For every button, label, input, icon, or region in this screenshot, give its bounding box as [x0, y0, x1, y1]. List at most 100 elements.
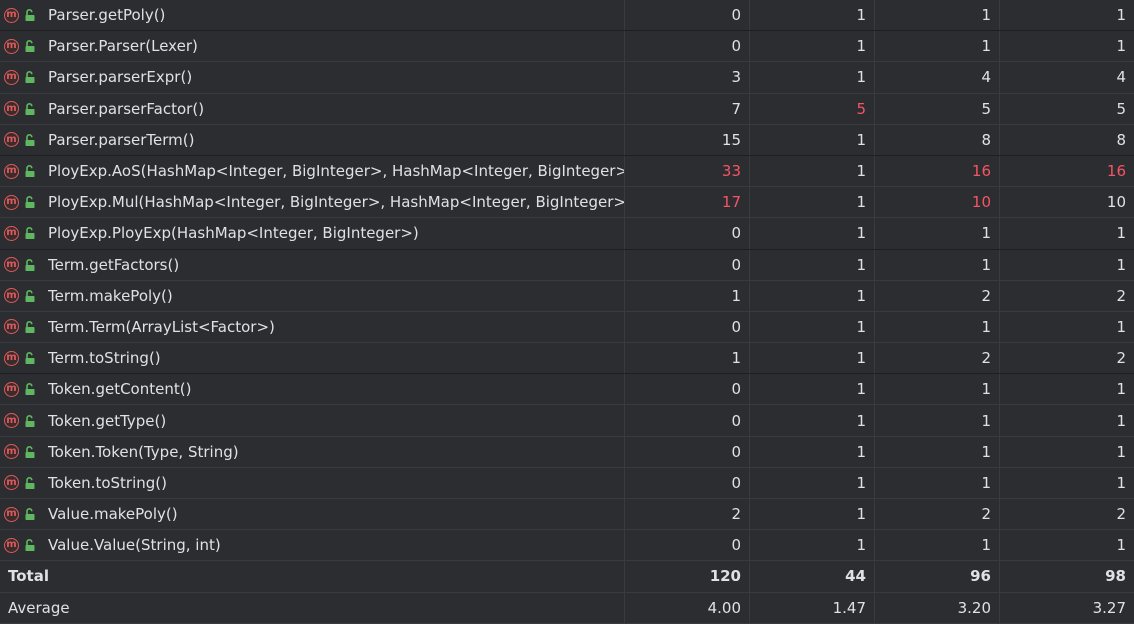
method-name: Token.Token(Type, String)	[48, 442, 239, 461]
public-lock-icon	[25, 133, 35, 146]
metric-value-2: 1	[750, 436, 875, 467]
method-name-cell: m PloyExp.AoS(HashMap<Integer, BigInteger…	[0, 155, 625, 187]
metric-value-3: 1	[875, 374, 1000, 405]
method-name: Value.makePoly()	[48, 505, 178, 524]
metric-value-4: 2	[1116, 286, 1126, 305]
metric-value-3: 2	[875, 499, 1000, 530]
metric-value-1: 0	[625, 31, 750, 62]
method-name: Token.getContent()	[48, 380, 192, 399]
table-row[interactable]: m Parser.getPoly() 0 1 1 1	[0, 0, 1134, 32]
method-m-icon: m	[4, 101, 19, 117]
table-row[interactable]: m Term.Term(ArrayList<Factor>) 0 1 1 1	[0, 311, 1134, 344]
table-row[interactable]: m Parser.Parser(Lexer) 0 1 1 1	[0, 31, 1134, 63]
metric-value-3: 1	[875, 0, 1000, 31]
public-lock-icon	[25, 352, 35, 365]
table-row[interactable]: m Parser.parserExpr() 3 1 4 4	[0, 62, 1134, 94]
table-row[interactable]: m Token.toString() 0 1 1 1	[0, 467, 1134, 499]
metric-value-2: 1	[750, 62, 875, 93]
method-name-cell: m Token.getContent()	[0, 374, 625, 405]
metric-value-3: 5	[875, 93, 1000, 124]
method-name-cell: m Value.Value(String, int)	[0, 530, 625, 561]
metric-value-2: 1	[750, 280, 875, 311]
metric-value-1: 2	[625, 499, 750, 530]
metric-value-3: 1	[875, 436, 1000, 467]
public-lock-icon	[25, 539, 35, 552]
method-name: Value.Value(String, int)	[48, 536, 221, 555]
metric-value-2: 1	[750, 405, 875, 436]
public-lock-icon	[25, 476, 35, 489]
method-m-icon: m	[4, 38, 19, 54]
method-m-icon: m	[4, 69, 19, 85]
metric-value-1: 0	[625, 311, 750, 343]
metric-value-4: 1	[1116, 224, 1126, 243]
metric-value-2: 1	[750, 467, 875, 498]
method-m-icon: m	[4, 257, 19, 273]
method-m-icon: m	[4, 413, 19, 429]
metric-value-4: 1	[1116, 442, 1126, 461]
metric-value-1: 0	[625, 374, 750, 405]
metric-value-2: 1	[750, 0, 875, 31]
metric-value-4: 4	[1116, 68, 1126, 87]
table-row[interactable]: m Value.Value(String, int) 0 1 1 1	[0, 530, 1134, 562]
metric-value-4: 1	[1116, 255, 1126, 274]
method-m-icon: m	[4, 537, 19, 553]
method-name: PloyExp.Mul(HashMap<Integer, BigInteger>…	[48, 193, 624, 212]
metric-value-2: 1	[750, 530, 875, 561]
method-name-cell: m Parser.Parser(Lexer)	[0, 31, 625, 62]
metric-value-3: 1	[875, 530, 1000, 561]
metric-value-3: 1	[875, 31, 1000, 62]
table-row[interactable]: m PloyExp.AoS(HashMap<Integer, BigInteger…	[0, 155, 1134, 188]
method-name-cell: m Parser.parserTerm()	[0, 124, 625, 155]
table-row[interactable]: m Value.makePoly() 2 1 2 2	[0, 499, 1134, 531]
metric-value-1: 15	[625, 124, 750, 155]
method-name-cell: m Term.Term(ArrayList<Factor>)	[0, 311, 625, 343]
total-row: Total 120 44 96 98	[0, 561, 1134, 593]
method-name: Term.Term(ArrayList<Factor>)	[48, 317, 275, 336]
metric-value-2: 1	[750, 124, 875, 155]
total-value-2: 44	[750, 561, 875, 592]
metrics-table: m Parser.getPoly() 0 1 1 1 m Parser.Parser(Lexe…	[0, 0, 1134, 624]
method-rows: m Parser.getPoly() 0 1 1 1 m Parser.Parser(Lexe…	[0, 0, 1134, 562]
method-name-cell: m Term.makePoly()	[0, 280, 625, 311]
table-row[interactable]: m Parser.parserTerm() 15 1 8 8	[0, 124, 1134, 156]
public-lock-icon	[25, 40, 35, 53]
table-row[interactable]: m PloyExp.PloyExp(HashMap<Integer, BigInt…	[0, 218, 1134, 250]
method-m-icon: m	[4, 288, 19, 304]
public-lock-icon	[25, 414, 35, 427]
table-row[interactable]: m Token.getType() 0 1 1 1	[0, 405, 1134, 437]
method-name-cell: m Parser.getPoly()	[0, 0, 625, 31]
method-m-icon: m	[4, 381, 19, 397]
metric-value-1: 7	[625, 93, 750, 124]
method-name: Term.makePoly()	[48, 286, 173, 305]
method-name: Term.getFactors()	[48, 255, 180, 274]
method-m-icon: m	[4, 194, 19, 210]
table-row[interactable]: m Parser.parserFactor() 7 5 5 5	[0, 93, 1134, 125]
metric-value-4: 1	[1116, 536, 1126, 555]
metric-value-4: 1	[1116, 411, 1126, 430]
method-name: Parser.Parser(Lexer)	[48, 37, 198, 56]
table-row[interactable]: m Term.makePoly() 1 1 2 2	[0, 280, 1134, 312]
method-name: PloyExp.PloyExp(HashMap<Integer, BigInte…	[48, 224, 419, 243]
method-name: Parser.getPoly()	[48, 6, 166, 25]
method-m-icon: m	[4, 7, 19, 23]
method-m-icon: m	[4, 132, 19, 148]
table-row[interactable]: m Token.Token(Type, String) 0 1 1 1	[0, 436, 1134, 468]
average-value-3: 3.20	[875, 592, 1000, 623]
public-lock-icon	[25, 320, 35, 333]
metric-value-3: 16	[875, 155, 1000, 187]
metric-value-1: 0	[625, 530, 750, 561]
method-m-icon: m	[4, 225, 19, 241]
metric-value-2: 1	[750, 249, 875, 280]
metric-value-3: 1	[875, 311, 1000, 343]
metric-value-1: 0	[625, 467, 750, 498]
table-row[interactable]: m Term.toString() 1 1 2 2	[0, 343, 1134, 375]
table-row[interactable]: m Token.getContent() 0 1 1 1	[0, 374, 1134, 406]
metric-value-1: 17	[625, 187, 750, 218]
table-row[interactable]: m PloyExp.Mul(HashMap<Integer, BigInteger…	[0, 187, 1134, 219]
method-name-cell: m Token.getType()	[0, 405, 625, 436]
metric-value-4: 8	[1116, 130, 1126, 149]
table-row[interactable]: m Term.getFactors() 0 1 1 1	[0, 249, 1134, 281]
metric-value-3: 1	[875, 467, 1000, 498]
average-value-4: 3.27	[1092, 598, 1126, 617]
metric-value-4: 1	[1116, 380, 1126, 399]
